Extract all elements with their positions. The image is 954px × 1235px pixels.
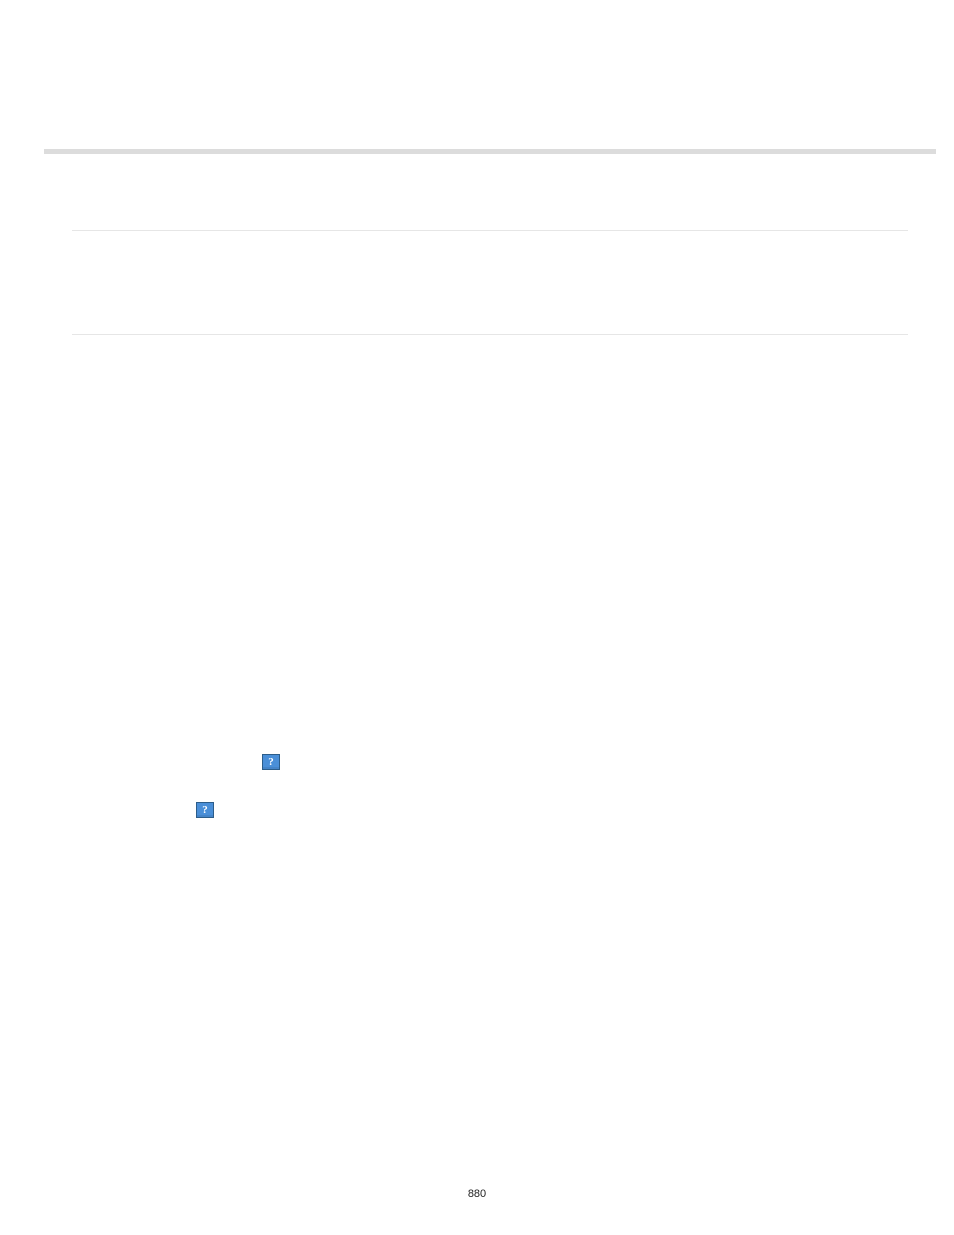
question-mark-icon: ?	[202, 805, 208, 816]
question-mark-icon: ?	[268, 757, 274, 768]
page-number: 880	[0, 1188, 954, 1200]
horizontal-rule	[72, 230, 908, 231]
document-page: ? ? 880	[0, 0, 954, 1235]
missing-image-icon: ?	[196, 802, 214, 818]
missing-image-icon: ?	[262, 754, 280, 770]
header-bar	[44, 149, 936, 154]
horizontal-rule	[72, 334, 908, 335]
